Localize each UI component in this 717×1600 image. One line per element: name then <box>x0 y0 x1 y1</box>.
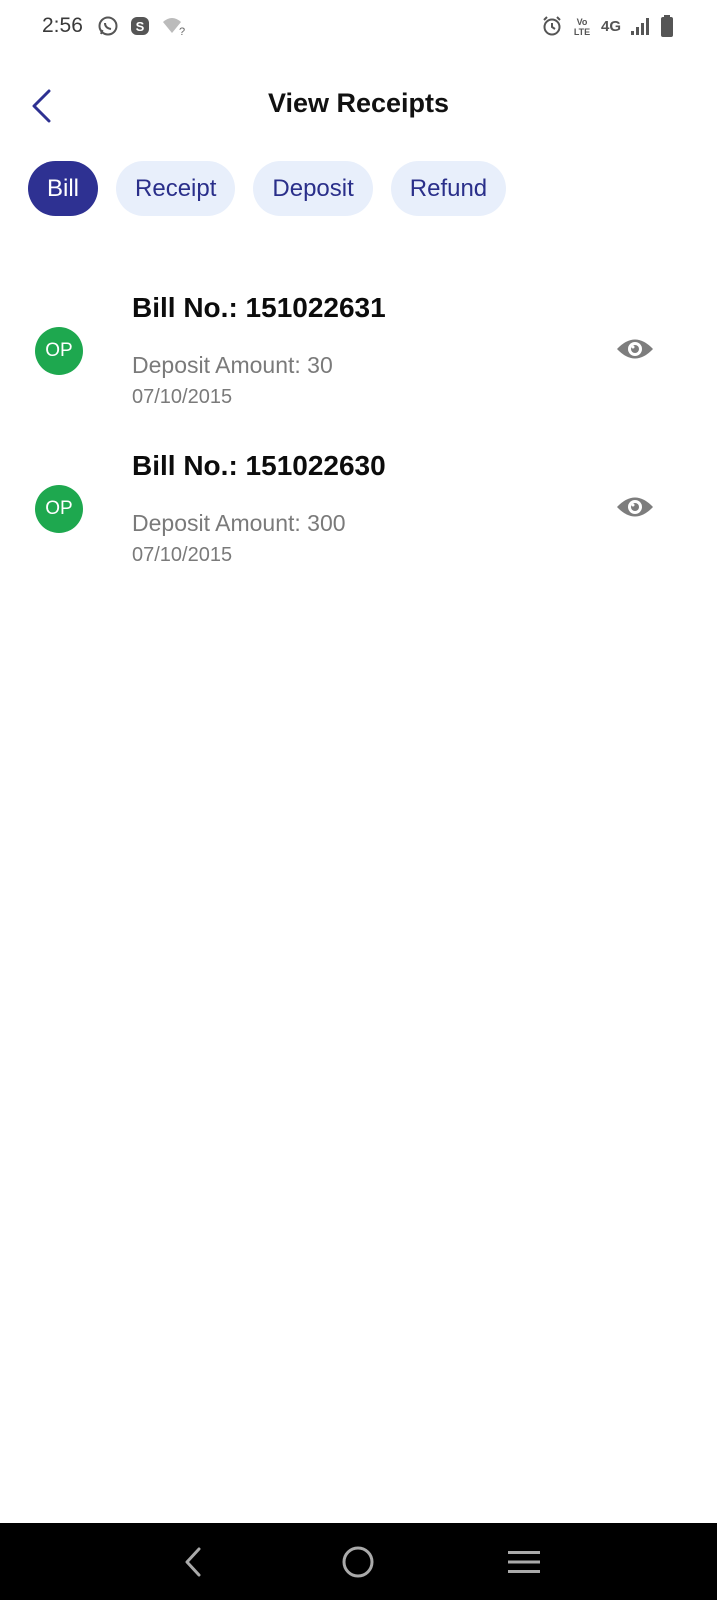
avatar: OP <box>35 485 83 533</box>
eye-icon <box>617 339 653 359</box>
deposit-amount: Deposit Amount: 300 <box>132 510 346 536</box>
nav-home-button[interactable] <box>328 1532 388 1592</box>
filter-tabs: Bill Receipt Deposit Refund <box>28 161 507 216</box>
bill-date: 07/10/2015 <box>132 386 233 408</box>
svg-text:LTE: LTE <box>574 27 590 37</box>
volte-icon: Vo LTE <box>571 15 593 37</box>
alarm-icon <box>541 15 563 37</box>
status-time: 2:56 <box>42 14 83 37</box>
skype-icon: S <box>129 15 151 37</box>
network-type: 4G <box>600 17 621 35</box>
back-icon <box>185 1547 201 1576</box>
svg-text:S: S <box>136 19 145 34</box>
bill-number: Bill No.: 151022631 <box>132 292 386 323</box>
list-item[interactable]: OP Bill No.: 151022631 Deposit Amount: 3… <box>0 280 717 438</box>
status-left-icons: S ? <box>97 15 185 37</box>
avatar: OP <box>35 327 83 375</box>
bill-date: 07/10/2015 <box>132 544 233 566</box>
status-right-icons: Vo LTE 4G <box>541 14 675 38</box>
list-item[interactable]: OP Bill No.: 151022630 Deposit Amount: 3… <box>0 438 717 596</box>
tab-receipt[interactable]: Receipt <box>116 161 236 216</box>
nav-back-button[interactable] <box>163 1532 223 1592</box>
whatsapp-icon <box>97 15 119 37</box>
tab-deposit[interactable]: Deposit <box>253 161 373 216</box>
header: View Receipts <box>0 72 717 142</box>
svg-text:Vo: Vo <box>577 17 588 27</box>
tab-refund[interactable]: Refund <box>390 161 507 216</box>
menu-icon <box>508 1550 541 1573</box>
tab-bill[interactable]: Bill <box>28 161 99 216</box>
view-button[interactable] <box>614 486 656 528</box>
page-title: View Receipts <box>267 88 450 118</box>
signal-icon <box>629 15 651 37</box>
wifi-question-icon: ? <box>161 15 185 37</box>
home-icon <box>342 1546 374 1577</box>
view-button[interactable] <box>614 328 656 370</box>
screen: 2:56 S ? Vo LTE 4G View Receipts Bill Re… <box>0 0 717 1600</box>
svg-text:?: ? <box>179 26 185 37</box>
battery-icon <box>659 14 675 38</box>
nav-menu-button[interactable] <box>494 1532 554 1592</box>
receipts-list: OP Bill No.: 151022631 Deposit Amount: 3… <box>0 280 717 596</box>
bill-number: Bill No.: 151022630 <box>132 450 386 481</box>
system-nav-bar <box>0 1523 717 1600</box>
deposit-amount: Deposit Amount: 30 <box>132 352 333 378</box>
eye-icon <box>617 497 653 517</box>
status-bar: 2:56 S ? Vo LTE 4G <box>0 0 717 52</box>
